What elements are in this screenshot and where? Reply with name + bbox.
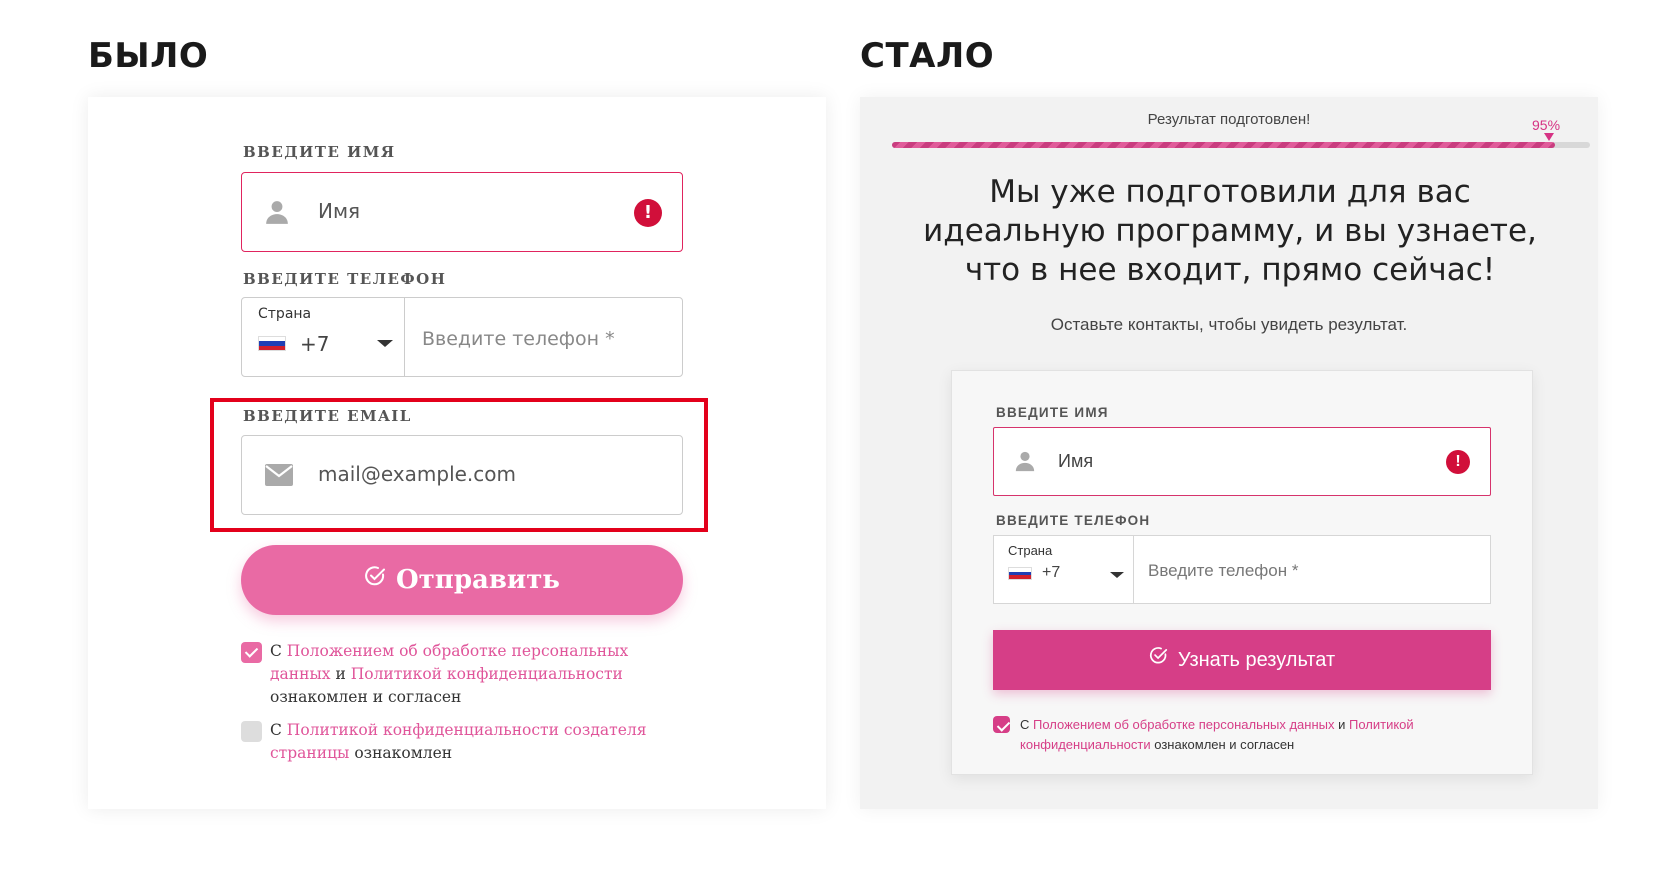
after-form-panel: Результат подготовлен! 95% Мы уже подгот… — [860, 97, 1598, 809]
consent-checkbox[interactable] — [993, 716, 1010, 733]
consent-checkbox-1[interactable] — [241, 642, 262, 663]
mail-icon — [264, 463, 294, 492]
consent-text-1: С Положением об обработке персональных д… — [270, 642, 629, 706]
after-heading: СТАЛО — [860, 36, 995, 76]
get-result-button[interactable]: Узнать результат — [993, 630, 1491, 690]
user-icon — [1014, 450, 1036, 477]
russia-flag-icon — [1008, 567, 1032, 580]
name-placeholder: Имя — [318, 199, 361, 223]
personal-data-policy-link[interactable]: Положением об обработке персональных дан… — [1033, 717, 1335, 732]
subtitle: Оставьте контакты, чтобы увидеть результ… — [1050, 315, 1408, 334]
submit-label: Отправить — [396, 565, 560, 595]
before-heading: БЫЛО — [88, 36, 209, 76]
country-label: Страна — [1008, 543, 1053, 558]
name-placeholder: Имя — [1058, 451, 1094, 471]
country-select[interactable]: Страна +7 — [994, 536, 1134, 603]
before-form-panel: ВВЕДИТЕ ИМЯ Имя ! ВВЕДИТЕ ТЕЛЕФОН Страна… — [88, 97, 826, 809]
phone-input[interactable]: Введите телефон * — [1148, 561, 1298, 581]
headline: Мы уже подготовили для вас идеальную про… — [923, 174, 1537, 288]
lead-form-card: ВВЕДИТЕ ИМЯ Имя ! ВВЕДИТЕ ТЕЛЕФОН Страна… — [951, 370, 1533, 775]
consent-text: С Положением об обработке персональных д… — [1020, 717, 1414, 752]
error-icon: ! — [634, 199, 662, 227]
country-label: Страна — [258, 306, 312, 322]
country-code: +7 — [300, 332, 330, 356]
consent-text-2: С Политикой конфиденциальности создателя… — [270, 721, 647, 762]
name-field[interactable]: Имя ! — [241, 172, 683, 252]
progress-marker-icon — [1544, 133, 1554, 141]
phone-label: ВВЕДИТЕ ТЕЛЕФОН — [996, 513, 1151, 528]
user-icon — [264, 199, 290, 230]
progress-fill — [892, 142, 1556, 148]
country-select[interactable]: Страна +7 — [242, 298, 405, 376]
phone-field: Страна +7 Введите телефон * — [241, 297, 683, 377]
email-field[interactable]: mail@example.com — [241, 435, 683, 515]
check-circle-icon — [364, 544, 386, 614]
consent-checkbox-2[interactable] — [241, 721, 262, 742]
submit-button[interactable]: Отправить — [241, 545, 683, 615]
phone-label: ВВЕДИТЕ ТЕЛЕФОН — [243, 270, 447, 288]
email-label: ВВЕДИТЕ EMAIL — [243, 407, 412, 425]
progress-percent: 95% — [1532, 117, 1561, 133]
get-result-label: Узнать результат — [1177, 649, 1336, 671]
email-placeholder: mail@example.com — [318, 462, 517, 486]
chevron-down-icon — [1110, 572, 1124, 578]
name-label: ВВЕДИТЕ ИМЯ — [243, 143, 396, 161]
check-circle-icon — [1149, 629, 1168, 689]
phone-field: Страна +7 Введите телефон * — [993, 535, 1491, 604]
privacy-policy-link[interactable]: Политикой конфиденциальности — [351, 665, 623, 683]
russia-flag-icon — [258, 336, 286, 351]
country-code: +7 — [1042, 564, 1061, 581]
name-field[interactable]: Имя ! — [993, 427, 1491, 496]
progress-title: Результат подготовлен! — [1147, 111, 1311, 128]
chevron-down-icon — [377, 340, 393, 347]
progress-bar — [892, 142, 1590, 148]
phone-input[interactable]: Введите телефон * — [422, 328, 615, 350]
creator-privacy-policy-link[interactable]: Политикой конфиденциальности создателя с… — [270, 721, 647, 762]
name-label: ВВЕДИТЕ ИМЯ — [996, 405, 1109, 420]
error-icon: ! — [1446, 450, 1470, 474]
